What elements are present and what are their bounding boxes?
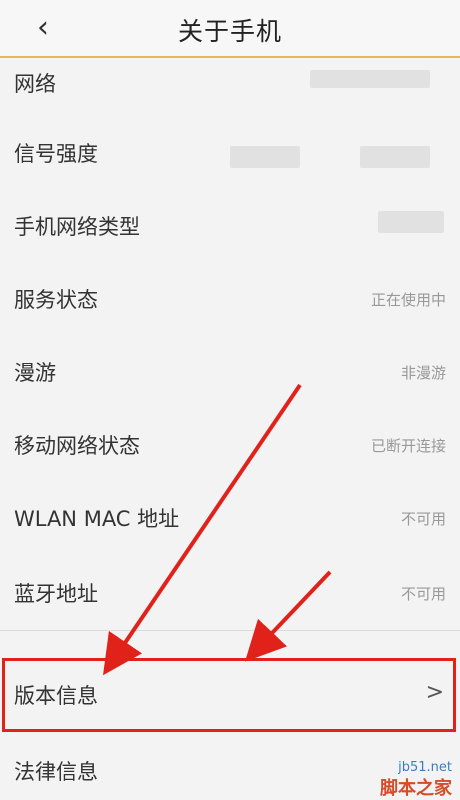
watermark-url: jb51.net — [398, 760, 452, 775]
watermark-logo: 脚本之家 — [380, 778, 452, 799]
annotation-arrows — [103, 383, 332, 676]
annotation-arrow — [103, 383, 302, 676]
annotation-arrow — [244, 570, 332, 662]
